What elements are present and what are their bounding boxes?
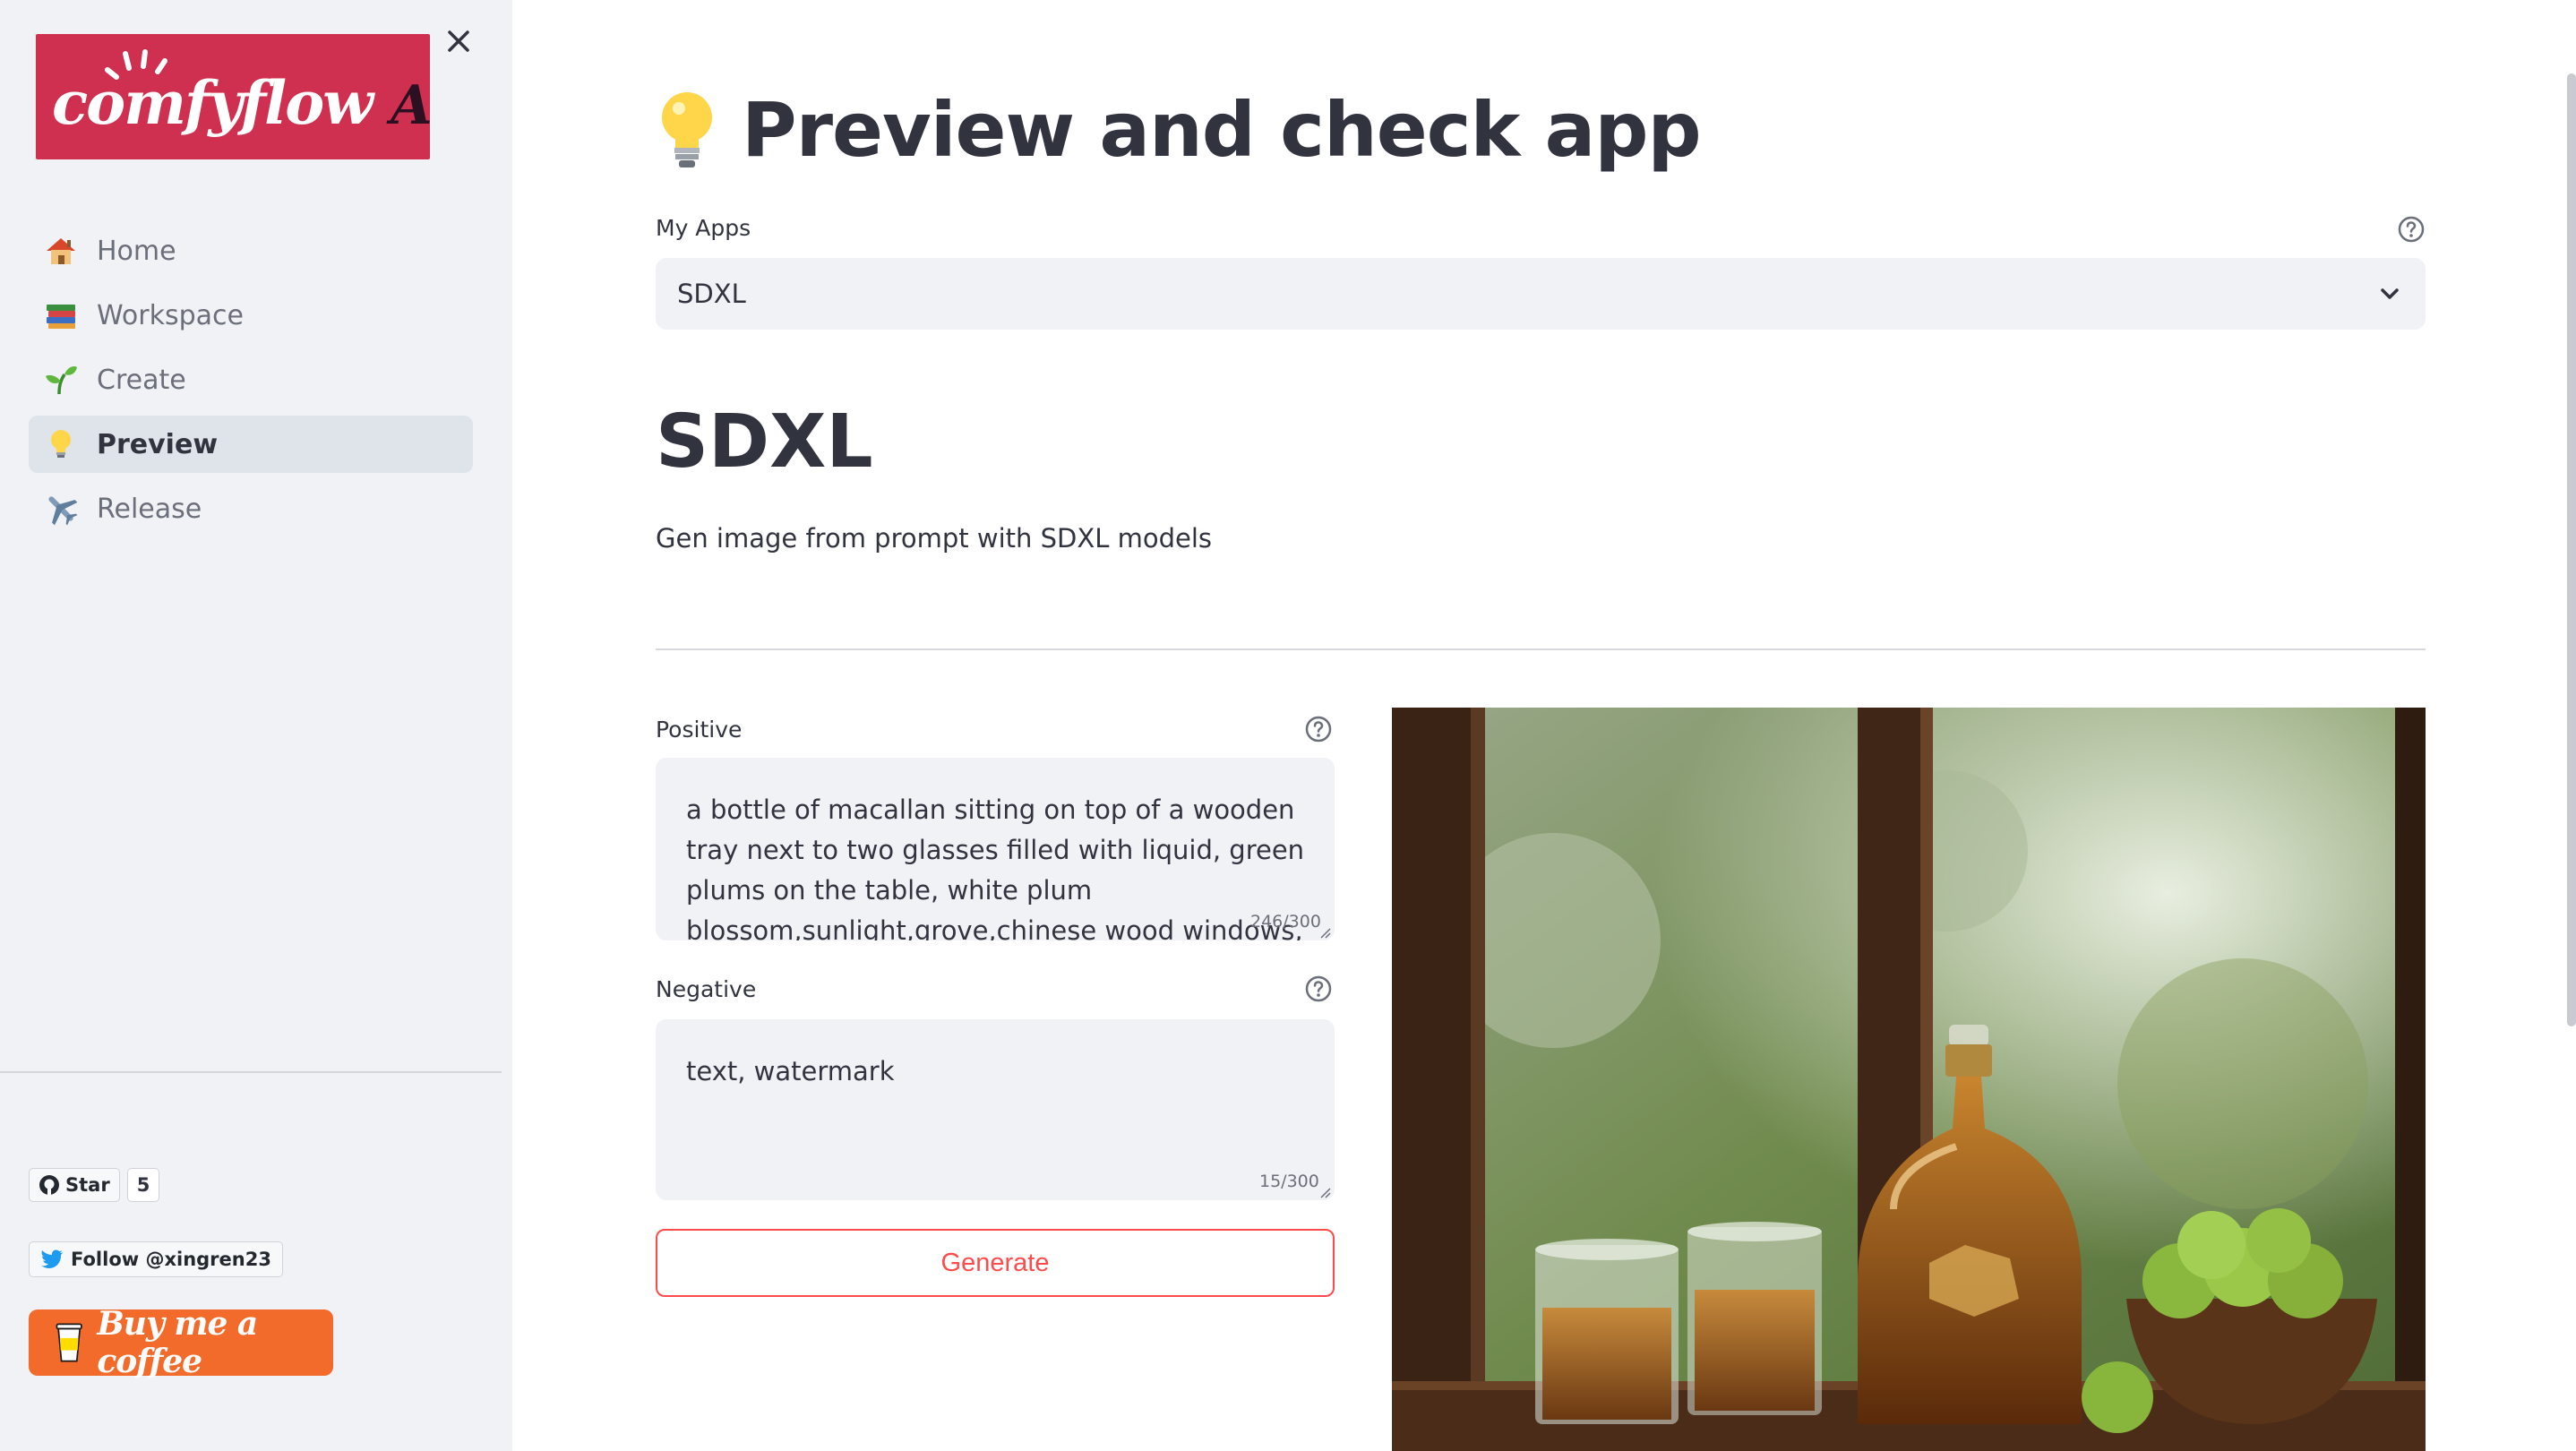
help-icon[interactable] xyxy=(1304,715,1333,743)
page-title: Preview and check app xyxy=(742,86,1702,174)
github-star-button[interactable]: Star xyxy=(29,1168,120,1202)
logo-app-text: App xyxy=(391,74,430,137)
resize-handle-icon[interactable] xyxy=(1320,1188,1331,1198)
generated-whisky-image xyxy=(1392,708,2426,1451)
generated-image xyxy=(1392,708,2426,1451)
sidebar: comfyflow App Home xyxy=(0,0,512,1451)
sidebar-item-release[interactable]: Release xyxy=(29,480,473,537)
buy-me-a-coffee-label: Buy me a coffee xyxy=(97,1305,258,1380)
negative-prompt-textarea[interactable]: text, watermark xyxy=(656,1019,1335,1200)
github-star-widget: Star 5 xyxy=(29,1168,160,1202)
github-star-label: Star xyxy=(65,1174,110,1196)
main-content: Preview and check app My Apps SDXL SDXL … xyxy=(512,0,2576,1451)
app-title: SDXL xyxy=(656,399,873,485)
page-scrollbar[interactable] xyxy=(2567,73,2576,1026)
my-apps-selected-value: SDXL xyxy=(677,279,746,309)
coffee-cup-icon xyxy=(56,1323,82,1362)
twitter-follow-button[interactable]: Follow @xingren23 xyxy=(29,1241,283,1277)
seedling-icon xyxy=(43,362,79,398)
sidebar-item-label: Home xyxy=(97,235,176,267)
chevron-down-icon xyxy=(2381,288,2399,299)
my-apps-select[interactable]: SDXL xyxy=(656,258,2426,330)
github-icon xyxy=(39,1175,59,1195)
app-description: Gen image from prompt with SDXL models xyxy=(656,523,1212,554)
sidebar-item-label: Workspace xyxy=(97,299,244,331)
positive-label: Positive xyxy=(656,717,743,743)
sidebar-item-label: Preview xyxy=(97,428,219,460)
sidebar-item-workspace[interactable]: Workspace xyxy=(29,287,473,344)
positive-prompt-textarea[interactable]: a bottle of macallan sitting on top of a… xyxy=(656,758,1335,940)
sidebar-item-label: Create xyxy=(97,364,186,396)
generate-button[interactable]: Generate xyxy=(656,1229,1335,1297)
help-icon[interactable] xyxy=(2397,215,2426,244)
buy-me-a-coffee-button[interactable]: Buy me a coffee xyxy=(29,1305,333,1380)
airplane-icon xyxy=(43,491,79,527)
lightbulb-icon xyxy=(662,92,712,167)
twitter-follow-label: Follow @xingren23 xyxy=(71,1249,271,1270)
comfyflow-logo: comfyflow App xyxy=(36,34,430,159)
lightbulb-icon xyxy=(43,426,79,462)
sidebar-item-preview[interactable]: Preview xyxy=(29,416,473,473)
sidebar-item-label: Release xyxy=(97,493,202,525)
close-icon xyxy=(448,30,469,52)
books-icon xyxy=(43,297,79,333)
house-icon xyxy=(43,233,79,269)
github-star-count[interactable]: 5 xyxy=(126,1168,160,1202)
sidebar-item-create[interactable]: Create xyxy=(29,351,473,408)
sidebar-divider xyxy=(0,1071,502,1073)
sidebar-item-home[interactable]: Home xyxy=(29,222,473,279)
content-divider xyxy=(656,648,2426,650)
logo-text: comfyflow xyxy=(52,68,374,138)
twitter-icon xyxy=(41,1249,63,1268)
my-apps-label: My Apps xyxy=(656,215,751,241)
sidebar-nav: Home Workspace Create Preview Release xyxy=(29,222,473,545)
negative-char-counter: 15/300 xyxy=(1259,1172,1319,1191)
resize-handle-icon[interactable] xyxy=(1320,928,1331,939)
help-icon[interactable] xyxy=(1304,974,1333,1003)
negative-label: Negative xyxy=(656,976,757,1002)
page-header: Preview and check app xyxy=(656,86,1702,174)
close-sidebar-button[interactable] xyxy=(442,25,475,57)
positive-char-counter: 246/300 xyxy=(1250,912,1321,932)
